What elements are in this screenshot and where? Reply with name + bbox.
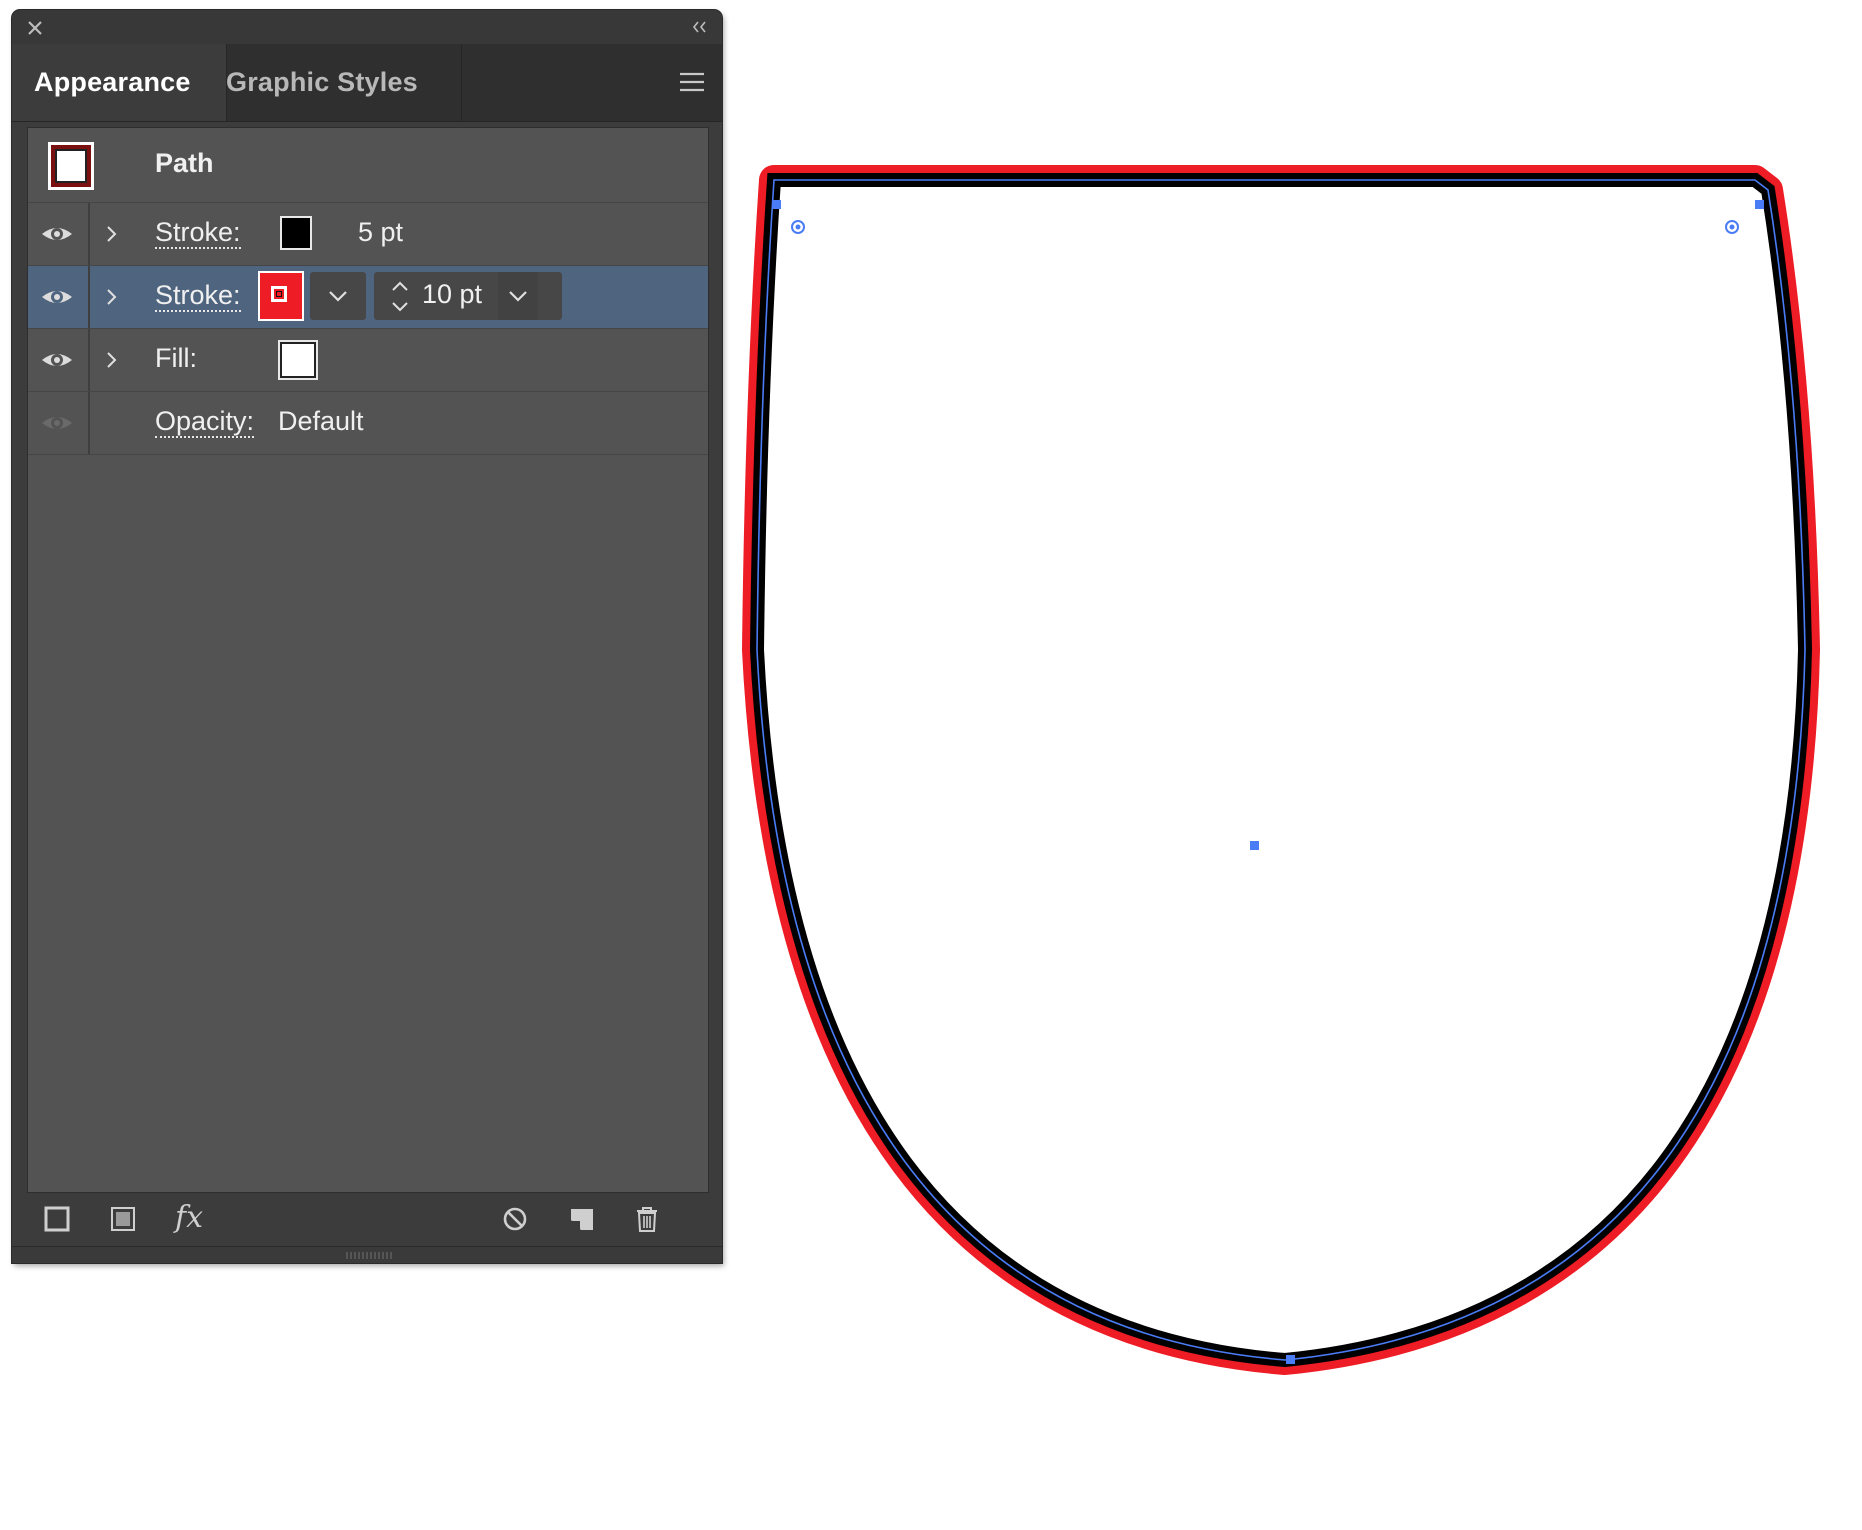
- duplicate-item-icon[interactable]: [567, 1204, 597, 1234]
- stroke-color-swatch[interactable]: [258, 271, 304, 321]
- stroke-weight-value: 5 pt: [358, 217, 404, 247]
- add-new-fill-icon[interactable]: [108, 1204, 138, 1234]
- corner-widget[interactable]: [1725, 220, 1739, 234]
- resize-grip[interactable]: [12, 1246, 722, 1263]
- appearance-panel: Appearance Graphic Styles Path Stroke: 5…: [12, 10, 722, 1263]
- artboard-canvas[interactable]: [730, 160, 1840, 1530]
- delete-trash-icon[interactable]: [632, 1204, 662, 1234]
- path-header-row: Path: [28, 128, 708, 203]
- hamburger-menu-icon[interactable]: [678, 70, 706, 94]
- stroke-row-2[interactable]: Stroke: 10 pt: [28, 266, 708, 329]
- stroke-weight-dropdown[interactable]: [498, 272, 538, 320]
- chevron-right-icon[interactable]: [103, 223, 121, 245]
- fx-effects-icon[interactable]: fx: [175, 1200, 203, 1235]
- stroke-color-dropdown[interactable]: [310, 272, 366, 320]
- chevron-down-icon: [509, 291, 527, 302]
- anchor-point[interactable]: [1755, 200, 1764, 209]
- stroke-fill-swatch-icon: [48, 142, 94, 190]
- collapse-double-chevron-icon[interactable]: [690, 18, 710, 36]
- visibility-eye-icon[interactable]: [40, 346, 74, 374]
- panel-titlebar: [12, 10, 722, 44]
- fill-color-swatch[interactable]: [278, 340, 318, 380]
- center-point: [1250, 841, 1259, 850]
- fill-row[interactable]: Fill:: [28, 329, 708, 392]
- opacity-label[interactable]: Opacity:: [155, 406, 255, 438]
- appearance-list: Path Stroke: 5 pt Stroke: 10 pt Fill: Op…: [27, 127, 709, 1193]
- tab-bar: Appearance Graphic Styles: [12, 44, 722, 122]
- shield-path[interactable]: [742, 165, 1820, 1375]
- add-new-stroke-icon[interactable]: [42, 1204, 72, 1234]
- visibility-eye-icon[interactable]: [40, 409, 74, 437]
- path-label: Path: [155, 148, 214, 178]
- chevron-right-icon[interactable]: [103, 349, 121, 371]
- corner-widget[interactable]: [791, 220, 805, 234]
- grip-icon[interactable]: [345, 1251, 395, 1260]
- stroke-label[interactable]: Stroke:: [155, 280, 241, 312]
- anchor-point[interactable]: [772, 200, 781, 209]
- panel-footer: fx: [12, 1192, 722, 1246]
- clear-appearance-icon[interactable]: [500, 1204, 530, 1234]
- anchor-point[interactable]: [1286, 1355, 1295, 1364]
- chevron-down-icon: [329, 291, 347, 302]
- tab-graphic-styles[interactable]: Graphic Styles: [204, 44, 462, 121]
- tab-appearance[interactable]: Appearance: [12, 44, 227, 121]
- visibility-eye-icon[interactable]: [40, 220, 74, 248]
- stroke-weight-value[interactable]: 10 pt: [422, 279, 482, 309]
- chevron-right-icon[interactable]: [103, 286, 121, 308]
- opacity-row[interactable]: Opacity: Default: [28, 392, 708, 455]
- stepper-arrows-icon[interactable]: [386, 275, 414, 317]
- visibility-eye-icon[interactable]: [40, 283, 74, 311]
- close-icon[interactable]: [22, 15, 48, 41]
- fill-label[interactable]: Fill:: [155, 343, 197, 373]
- stroke-color-swatch[interactable]: [280, 216, 312, 250]
- stroke-label[interactable]: Stroke:: [155, 217, 241, 249]
- opacity-value: Default: [278, 406, 364, 436]
- stroke-row-1[interactable]: Stroke: 5 pt: [28, 203, 708, 266]
